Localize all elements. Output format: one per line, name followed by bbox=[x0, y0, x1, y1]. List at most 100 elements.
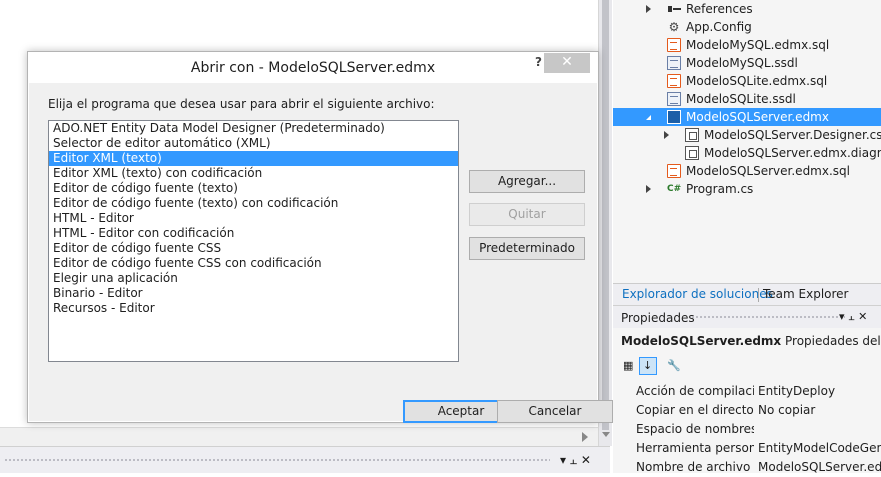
close-button[interactable]: ✕ bbox=[544, 53, 590, 73]
solution-explorer-tabs: Explorador de soluciones Team Explorer bbox=[613, 283, 881, 305]
remove-button[interactable]: Quitar bbox=[469, 203, 585, 226]
property-name: Espacio de nombres d bbox=[636, 422, 754, 436]
program-list-item[interactable]: HTML - Editor con codificación bbox=[49, 226, 458, 241]
tree-item-label: App.Config bbox=[686, 20, 752, 34]
property-name: Herramienta personali bbox=[636, 441, 754, 455]
diagram-file-icon bbox=[685, 146, 699, 160]
help-button[interactable]: ? bbox=[535, 55, 542, 69]
property-row[interactable]: Acción de compilación EntityDeploy bbox=[613, 382, 881, 401]
horizontal-scrollbar[interactable] bbox=[0, 427, 598, 446]
property-name: Nombre de archivo bbox=[636, 460, 751, 474]
properties-object-name: ModeloSQLServer.edmx bbox=[621, 334, 782, 348]
add-button[interactable]: Agregar... bbox=[469, 170, 585, 193]
scroll-down-arrow-icon[interactable] bbox=[602, 432, 610, 437]
program-list[interactable]: ADO.NET Entity Data Model Designer (Pred… bbox=[48, 120, 459, 362]
tree-item[interactable]: ModeloSQLServer.Designer.cs bbox=[613, 126, 881, 144]
tree-item[interactable]: ModeloSQLite.ssdl bbox=[613, 90, 881, 108]
property-row[interactable]: Copiar en el directorio No copiar bbox=[613, 401, 881, 420]
cs-file-icon bbox=[685, 128, 699, 142]
csharp-file-icon: C# bbox=[667, 184, 682, 194]
tree-item-label: ModeloSQLite.edmx.sql bbox=[686, 74, 828, 88]
tree-item[interactable]: ModeloMySQL.ssdl bbox=[613, 54, 881, 72]
program-list-item[interactable]: Editor XML (texto) con codificación bbox=[49, 166, 458, 181]
tree-item-label: ModeloSQLite.ssdl bbox=[686, 92, 796, 106]
tree-item-label: ModeloSQLServer.edmx.diagram bbox=[704, 146, 881, 160]
properties-title-bar: Propiedades ▾ ⫠ ✕ bbox=[613, 306, 881, 328]
property-row[interactable]: Espacio de nombres d bbox=[613, 420, 881, 439]
properties-object-type: Propiedades del archi bbox=[785, 334, 881, 348]
tree-item-label: ModeloSQLServer.edmx bbox=[686, 110, 829, 124]
bottom-window-controls[interactable]: ▾ ⫠ ✕ bbox=[560, 453, 591, 468]
sql-file-icon bbox=[667, 74, 681, 88]
tree-item[interactable]: ⚙ App.Config bbox=[613, 18, 881, 36]
scroll-right-arrow-icon[interactable] bbox=[582, 432, 588, 442]
expand-arrow-icon[interactable] bbox=[646, 5, 651, 13]
program-list-item[interactable]: Recursos - Editor bbox=[49, 301, 458, 316]
expand-arrow-icon[interactable] bbox=[664, 131, 669, 139]
program-list-item[interactable]: Editor de código fuente CSS bbox=[49, 241, 458, 256]
ssdl-file-icon bbox=[667, 92, 681, 106]
properties-pane: Propiedades ▾ ⫠ ✕ ModeloSQLServer.edmx P… bbox=[613, 305, 881, 474]
tree-item-label: ModeloSQLServer.edmx.sql bbox=[686, 164, 850, 178]
edmx-file-icon bbox=[667, 110, 681, 124]
config-icon: ⚙ bbox=[668, 20, 680, 34]
program-list-item[interactable]: Binario - Editor bbox=[49, 286, 458, 301]
property-value[interactable]: EntityModelCodeGener bbox=[758, 439, 881, 458]
references-icon bbox=[667, 2, 681, 16]
sql-file-icon bbox=[667, 38, 681, 52]
collapse-arrow-icon[interactable] bbox=[646, 115, 651, 120]
tree-item[interactable]: References bbox=[613, 0, 881, 18]
scrollbar-thumb[interactable] bbox=[602, 0, 609, 430]
dialog-title-bar: Abrir con - ModeloSQLServer.edmx ? ✕ bbox=[28, 52, 598, 83]
tab-divider bbox=[758, 288, 759, 302]
program-list-item[interactable]: Selector de editor automático (XML) bbox=[49, 136, 458, 151]
tab-team-explorer[interactable]: Team Explorer bbox=[763, 287, 849, 301]
tree-item-label: ModeloMySQL.ssdl bbox=[686, 56, 798, 70]
property-value[interactable]: ModeloSQLServer.edmx bbox=[758, 458, 881, 477]
dialog-prompt: Elija el programa que desea usar para ab… bbox=[48, 97, 435, 111]
dialog-body: Elija el programa que desea usar para ab… bbox=[29, 83, 613, 423]
grip-dots bbox=[4, 458, 550, 463]
property-name: Acción de compilación bbox=[636, 384, 754, 398]
sql-file-icon bbox=[667, 164, 681, 178]
program-list-item[interactable]: Editor XML (texto) bbox=[49, 151, 458, 166]
bottom-tool-window-header: ▾ ⫠ ✕ bbox=[0, 446, 610, 473]
tree-item-label: ModeloSQLServer.Designer.cs bbox=[704, 128, 881, 142]
tree-item[interactable]: ModeloSQLServer.edmx.diagram bbox=[613, 144, 881, 162]
cancel-button[interactable]: Cancelar bbox=[497, 400, 613, 423]
set-default-button[interactable]: Predeterminado bbox=[469, 237, 585, 260]
properties-window-controls[interactable]: ▾ ⫠ ✕ bbox=[839, 310, 867, 324]
property-pages-button[interactable]: 🔧 bbox=[663, 357, 681, 375]
tree-item[interactable]: ModeloSQLServer.edmx bbox=[613, 108, 881, 126]
property-row[interactable]: Nombre de archivo ModeloSQLServer.edmx bbox=[613, 458, 881, 477]
program-list-item[interactable]: Editor de código fuente CSS con codifica… bbox=[49, 256, 458, 271]
open-with-dialog: Abrir con - ModeloSQLServer.edmx ? ✕ Eli… bbox=[27, 51, 613, 423]
tree-item[interactable]: ModeloMySQL.edmx.sql bbox=[613, 36, 881, 54]
program-list-item[interactable]: Editor de código fuente (texto) bbox=[49, 181, 458, 196]
alphabetical-button[interactable]: ↓ bbox=[639, 357, 657, 375]
tree-item[interactable]: C# Program.cs bbox=[613, 180, 881, 198]
properties-object-selector[interactable]: ModeloSQLServer.edmx Propiedades del arc… bbox=[621, 334, 881, 348]
categorized-button[interactable]: ▦ bbox=[619, 357, 637, 375]
property-row[interactable]: Herramienta personali EntityModelCodeGene… bbox=[613, 439, 881, 458]
program-list-item[interactable]: ADO.NET Entity Data Model Designer (Pred… bbox=[49, 121, 458, 136]
tree-item[interactable]: ModeloSQLServer.edmx.sql bbox=[613, 162, 881, 180]
categorized-icon: ▦ bbox=[623, 359, 634, 372]
property-value[interactable]: No copiar bbox=[758, 401, 881, 420]
program-list-item[interactable]: HTML - Editor bbox=[49, 211, 458, 226]
grip-dots bbox=[691, 315, 845, 320]
alphabetical-sort-icon: ↓ bbox=[643, 359, 653, 372]
tree-item-label: References bbox=[686, 2, 753, 16]
vertical-scrollbar[interactable] bbox=[598, 0, 612, 446]
tab-solution-explorer[interactable]: Explorador de soluciones bbox=[622, 287, 773, 301]
dialog-title: Abrir con - ModeloSQLServer.edmx bbox=[190, 60, 436, 76]
tree-item[interactable]: ModeloSQLite.edmx.sql bbox=[613, 72, 881, 90]
solution-explorer: References ⚙ App.Config ModeloMySQL.edmx.sq… bbox=[613, 0, 881, 283]
tree-item-label: ModeloMySQL.edmx.sql bbox=[686, 38, 830, 52]
properties-title: Propiedades bbox=[621, 311, 695, 325]
program-list-item[interactable]: Editor de código fuente (texto) con codi… bbox=[49, 196, 458, 211]
program-list-item[interactable]: Elegir una aplicación bbox=[49, 271, 458, 286]
property-value[interactable]: EntityDeploy bbox=[758, 382, 881, 401]
tree-item-label: Program.cs bbox=[686, 182, 754, 196]
expand-arrow-icon[interactable] bbox=[646, 185, 651, 193]
